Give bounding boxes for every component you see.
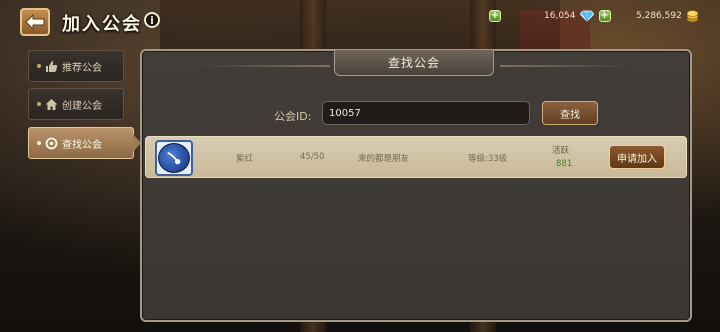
add-diamond-plus-button[interactable]: + bbox=[598, 10, 611, 22]
bullet-dot bbox=[37, 141, 41, 145]
diamond-resource: + bbox=[489, 9, 501, 23]
info-icon[interactable]: i bbox=[144, 12, 160, 28]
guild-member-count: 45/50 bbox=[300, 152, 325, 162]
guild-id-input[interactable] bbox=[322, 101, 530, 125]
page-title: 加入公会 bbox=[62, 14, 142, 35]
title-ornament-right bbox=[500, 65, 630, 67]
bullet-dot bbox=[37, 102, 41, 106]
guild-level: 等级:33级 bbox=[468, 154, 508, 164]
thumbs-up-icon bbox=[46, 60, 58, 72]
sidebar-item-label: 推荐公会 bbox=[62, 62, 102, 74]
add-diamond-button[interactable]: + bbox=[489, 10, 501, 22]
guild-emblem-icon bbox=[158, 143, 190, 173]
back-arrow-icon bbox=[25, 14, 45, 30]
guild-leader: 紫红 bbox=[236, 154, 254, 164]
gold-coin-icon bbox=[686, 9, 699, 22]
search-button[interactable]: 查找 bbox=[542, 101, 598, 125]
guild-result-row: 紫红 45/50 来的都是朋友 等级:33级 活跃 881 申请加入 bbox=[145, 136, 687, 178]
guild-name: 来的都是朋友 bbox=[358, 154, 410, 164]
diamond-count: 16,054 bbox=[544, 11, 576, 21]
magnifier-icon bbox=[45, 137, 58, 149]
gold-count: 5,286,592 bbox=[636, 11, 682, 21]
activity-label: 活跃 bbox=[552, 146, 570, 156]
comet-icon bbox=[167, 151, 181, 165]
guild-emblem bbox=[155, 140, 193, 176]
diamond-icon bbox=[579, 10, 594, 22]
sidebar-item-search[interactable]: 查找公会 bbox=[28, 127, 141, 159]
back-button[interactable] bbox=[20, 8, 50, 36]
guild-id-label: 公会ID: bbox=[274, 110, 312, 123]
sidebar-item-label: 创建公会 bbox=[62, 100, 102, 112]
apply-join-button[interactable]: 申请加入 bbox=[609, 145, 665, 169]
gold-counter: 5,286,592 bbox=[636, 9, 699, 23]
bullet-dot bbox=[37, 64, 41, 68]
sidebar-item-recommended[interactable]: 推荐公会 bbox=[28, 50, 124, 82]
diamond-counter: 16,054 + bbox=[544, 9, 611, 23]
panel-title: 查找公会 bbox=[334, 50, 494, 76]
activity-value: 881 bbox=[556, 159, 573, 169]
sidebar-item-create[interactable]: 创建公会 bbox=[28, 88, 124, 120]
title-ornament-left bbox=[200, 65, 330, 67]
sidebar-item-label: 查找公会 bbox=[62, 139, 102, 151]
guild-search-panel: 查找公会 公会ID: 查找 紫红 45/50 来的都是朋友 等级:33级 活跃 … bbox=[140, 49, 692, 322]
house-icon bbox=[45, 98, 58, 110]
